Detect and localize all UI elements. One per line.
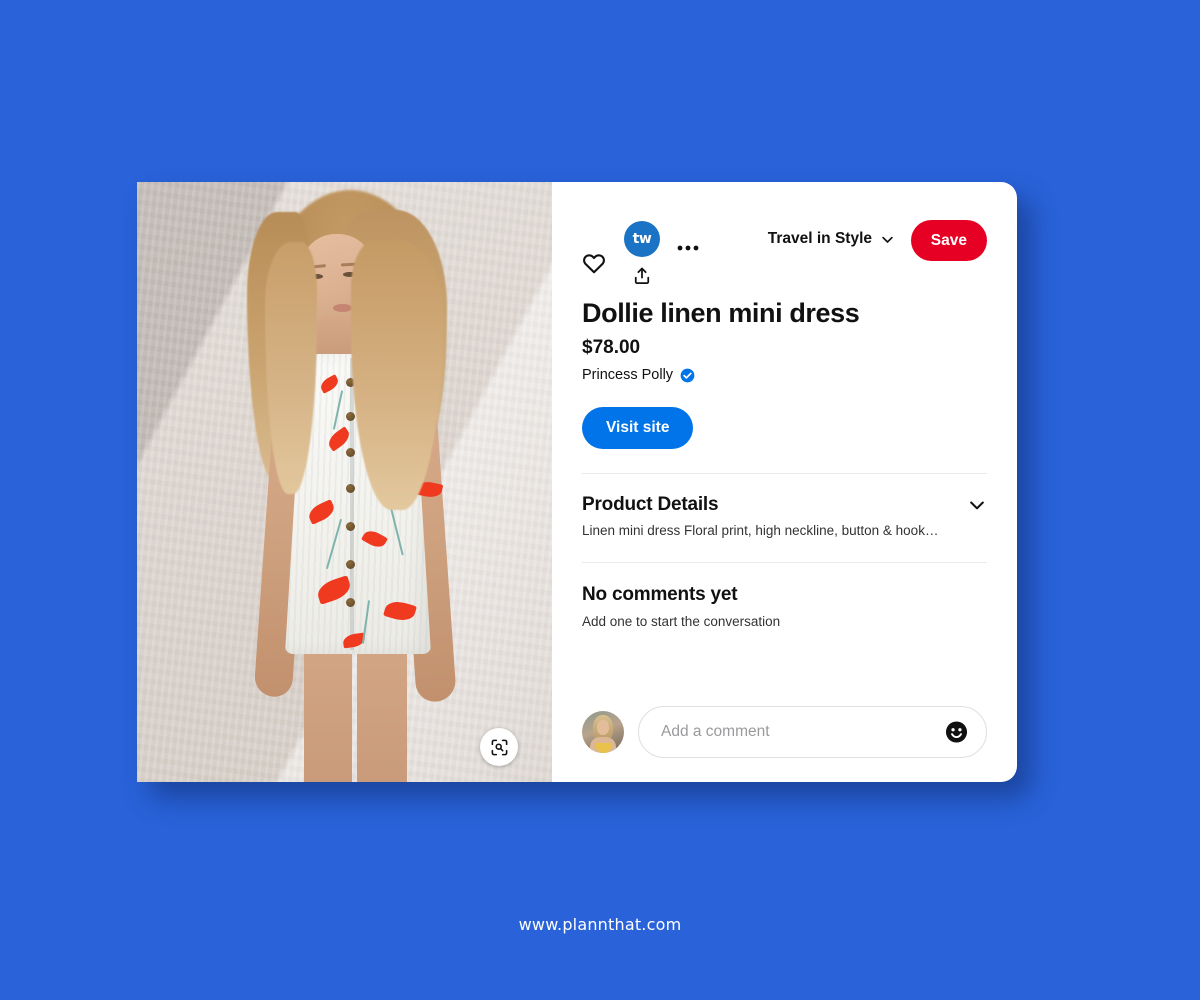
comments-empty-title: No comments yet — [582, 584, 738, 605]
page-title: Dollie linen mini dress — [582, 298, 860, 328]
verified-badge-icon — [680, 368, 695, 382]
merchant-name: Princess Polly — [582, 367, 674, 383]
avatar-face — [597, 720, 609, 735]
comment-bar — [582, 706, 987, 758]
divider — [582, 562, 987, 563]
dress-button — [346, 598, 355, 607]
creator-avatar[interactable]: tw — [624, 221, 660, 257]
emoji-smiley-icon[interactable] — [945, 721, 968, 744]
comment-input-wrapper[interactable] — [638, 706, 987, 758]
chevron-down-icon — [882, 236, 893, 243]
product-price: $78.00 — [582, 337, 641, 358]
product-photo — [137, 182, 552, 782]
merchant-row[interactable]: Princess Polly — [582, 367, 987, 383]
lips — [333, 304, 352, 312]
board-selector[interactable]: Travel in Style — [768, 230, 895, 248]
product-details-heading: Product Details — [582, 494, 719, 515]
more-options-icon[interactable] — [677, 239, 699, 257]
product-details-toggle[interactable]: Product Details — [582, 494, 987, 516]
dress-button — [346, 412, 355, 421]
leg-left — [304, 632, 352, 782]
heart-icon[interactable] — [582, 252, 606, 281]
dress-button — [346, 484, 355, 493]
comments-empty-subtitle: Add one to start the conversation — [582, 614, 781, 629]
avatar[interactable] — [582, 711, 624, 753]
chevron-down-icon — [970, 501, 984, 510]
comment-input[interactable] — [661, 723, 936, 741]
share-icon[interactable] — [632, 266, 652, 291]
visit-site-button[interactable]: Visit site — [582, 407, 694, 449]
dress-button — [346, 560, 355, 569]
pin-details-pane: tw Travel in Style Save Dollie linen min… — [552, 182, 1017, 782]
divider — [582, 473, 987, 474]
pin-action-row: tw Travel in Style Save — [582, 208, 987, 292]
save-button[interactable]: Save — [910, 220, 987, 261]
dress-button — [346, 448, 355, 457]
leg-right — [357, 634, 407, 782]
product-details-text: Linen mini dress Floral print, high neck… — [582, 523, 939, 538]
pin-image[interactable] — [137, 182, 552, 782]
footer-url: www.plannthat.com — [518, 915, 682, 934]
dress-button — [346, 522, 355, 531]
visual-search-icon — [491, 739, 507, 755]
board-name: Travel in Style — [767, 230, 872, 247]
pin-card: tw Travel in Style Save Dollie linen min… — [137, 182, 1017, 782]
visual-search-button[interactable] — [480, 728, 518, 766]
creator-avatar-mark: tw — [632, 231, 652, 247]
